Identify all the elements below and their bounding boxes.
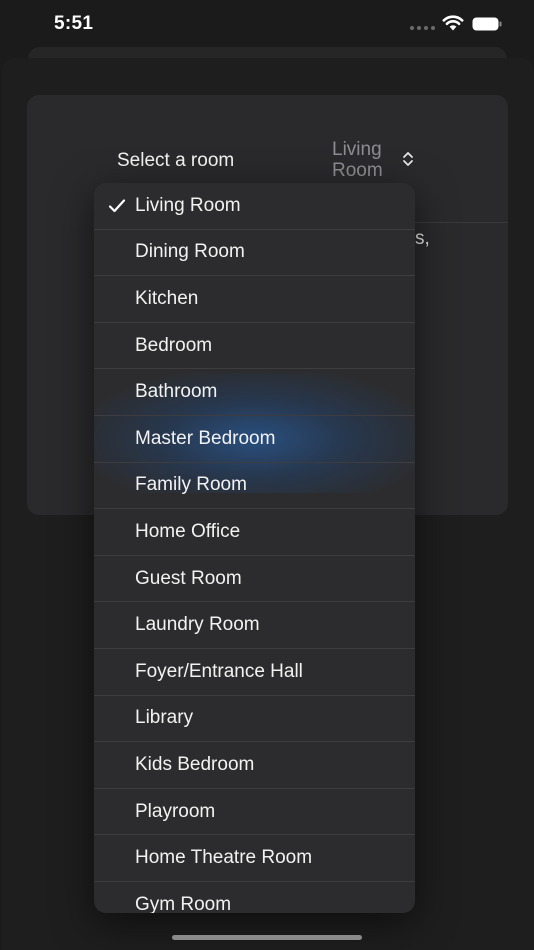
- menu-item-label: Laundry Room: [135, 614, 260, 636]
- room-picker-value[interactable]: Living Room: [332, 139, 402, 181]
- menu-item-laundry-room[interactable]: Laundry Room: [94, 602, 415, 649]
- menu-item-label: Home Office: [135, 520, 241, 542]
- chevron-updown-icon[interactable]: [401, 151, 415, 167]
- card-text-fragment: s,: [415, 228, 430, 249]
- menu-item-label: Gym Room: [135, 894, 232, 913]
- status-time: 5:51: [54, 13, 94, 34]
- menu-item-home-theatre-room[interactable]: Home Theatre Room: [94, 835, 415, 882]
- menu-item-family-room[interactable]: Family Room: [94, 463, 415, 510]
- menu-item-master-bedroom[interactable]: Master Bedroom: [94, 416, 415, 463]
- battery-icon: [472, 17, 502, 31]
- menu-item-label: Home Theatre Room: [135, 847, 313, 869]
- menu-item-label: Master Bedroom: [135, 427, 276, 449]
- card-divider: [415, 222, 508, 223]
- menu-item-label: Family Room: [135, 474, 247, 496]
- menu-item-library[interactable]: Library: [94, 696, 415, 743]
- menu-item-foyer-entrance-hall[interactable]: Foyer/Entrance Hall: [94, 649, 415, 696]
- menu-item-gym-room[interactable]: Gym Room: [94, 882, 415, 913]
- menu-item-label: Playroom: [135, 800, 216, 822]
- menu-item-label: Library: [135, 707, 194, 729]
- menu-item-label: Dining Room: [135, 241, 245, 263]
- room-dropdown-menu: Living Room Dining Room Kitchen Bedroom …: [94, 183, 415, 913]
- menu-item-bathroom[interactable]: Bathroom: [94, 369, 415, 416]
- menu-item-label: Kitchen: [135, 287, 199, 309]
- menu-item-kitchen[interactable]: Kitchen: [94, 276, 415, 323]
- menu-item-label: Bedroom: [135, 334, 213, 356]
- menu-item-label: Guest Room: [135, 567, 242, 589]
- menu-item-label: Kids Bedroom: [135, 753, 255, 775]
- menu-item-label: Living Room: [135, 194, 241, 216]
- home-indicator[interactable]: [172, 935, 362, 940]
- room-picker-label: Select a room: [117, 150, 235, 171]
- status-bar: 5:51: [0, 0, 534, 46]
- menu-item-label: Bathroom: [135, 381, 218, 403]
- menu-item-home-office[interactable]: Home Office: [94, 509, 415, 556]
- menu-item-bedroom[interactable]: Bedroom: [94, 323, 415, 370]
- menu-item-living-room[interactable]: Living Room: [94, 183, 415, 230]
- menu-item-label: Foyer/Entrance Hall: [135, 660, 303, 682]
- menu-item-dining-room[interactable]: Dining Room: [94, 230, 415, 277]
- menu-item-guest-room[interactable]: Guest Room: [94, 556, 415, 603]
- cellular-signal-icon: [410, 26, 435, 30]
- menu-item-kids-bedroom[interactable]: Kids Bedroom: [94, 742, 415, 789]
- menu-item-playroom[interactable]: Playroom: [94, 789, 415, 836]
- wifi-icon: [442, 15, 464, 31]
- checkmark-icon: [108, 199, 126, 212]
